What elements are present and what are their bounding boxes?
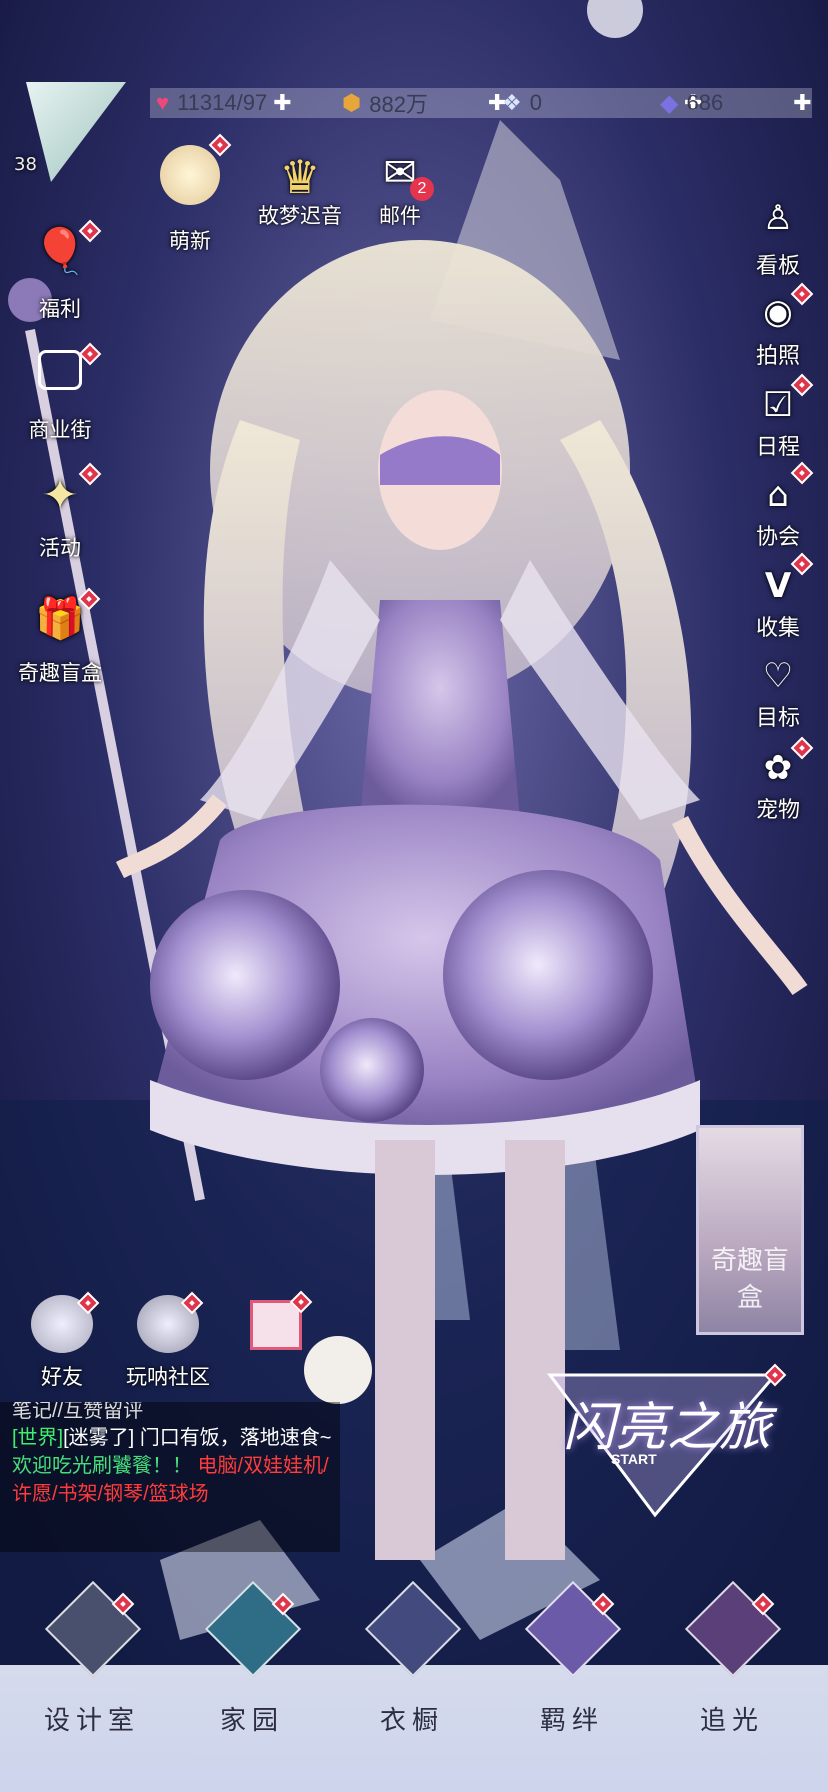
shangyejie-button[interactable]: 商业街 — [10, 342, 110, 445]
guild-hall-icon: ⌂ — [767, 475, 789, 515]
coin-icon: ⬢ — [342, 90, 362, 115]
chat-user[interactable]: [迷雾了] — [63, 1427, 134, 1449]
fuli-label: 福利 — [39, 297, 81, 321]
chat-text-a: 门口有饭，落地速食~ — [134, 1427, 332, 1449]
gold-value: 882万 — [369, 92, 428, 117]
calendar-check-icon: ☑ — [762, 385, 794, 425]
shop-bag-icon — [38, 350, 82, 390]
gold-resource[interactable]: ⬢ 882万 ✚ — [342, 88, 506, 118]
friends-label: 好友 — [41, 1365, 83, 1389]
paizhao-button[interactable]: ◉ 拍照 — [744, 282, 814, 372]
mail-count-badge: 2 — [410, 177, 434, 201]
nav-chase-light-label: 追光 — [699, 1706, 764, 1736]
nav-home[interactable]: 家园 — [197, 1580, 307, 1740]
journey-title: 闪亮之旅 — [563, 1398, 772, 1458]
nav-home-label: 家园 — [219, 1706, 284, 1736]
xiehui-button[interactable]: ⌂ 协会 — [744, 461, 814, 555]
journey-subtitle: START — [611, 1451, 657, 1467]
paw-icon: ✿ — [763, 748, 793, 788]
stamina-value: 11314/97 — [177, 90, 268, 115]
shining-journey-button[interactable]: 闪亮之旅 START — [545, 1363, 787, 1525]
mengxin-label: 萌新 — [169, 229, 211, 253]
crystal-icon: ❖ — [502, 90, 522, 115]
chat-message: [世界][迷雾了] 门口有饭，落地速食~欢迎吃光刷饕餮！！ 电脑/双娃娃机/许愿… — [0, 1424, 340, 1508]
manghe-label: 奇趣盲盒 — [18, 661, 102, 685]
paizhao-label: 拍照 — [755, 344, 800, 369]
fuli-button[interactable]: 🎈 福利 — [20, 219, 102, 321]
crown-icon: ♛ — [279, 150, 321, 204]
gift-box-icon: 🎁 — [35, 596, 85, 642]
mubiao-button[interactable]: ♡ 目标 — [744, 656, 812, 736]
manghe-button[interactable]: 🎁 奇趣盲盒 — [5, 587, 115, 690]
diamond-resource[interactable]: ◆ 686 ✚ — [660, 88, 812, 118]
diamond-value: 686 — [686, 90, 724, 115]
nav-chase-light[interactable]: 追光 — [677, 1580, 787, 1740]
blind-box-banner[interactable]: 奇趣盲盒 — [696, 1125, 804, 1335]
community-label: 玩呐社区 — [126, 1365, 210, 1389]
banner-label: 奇趣盲盒 — [710, 1246, 789, 1313]
chat-prev-line: 笔记//互赞留评 — [12, 1402, 144, 1422]
shangyejie-label: 商业街 — [28, 418, 92, 442]
mengxin-button[interactable]: 萌新 — [150, 133, 232, 253]
shouji-button[interactable]: V 收集 — [744, 552, 814, 646]
chat-text-b: 欢迎吃光刷饕餮！！ — [12, 1455, 192, 1477]
clover-gem-icon — [524, 1580, 622, 1678]
flower-gem-icon — [364, 1580, 462, 1678]
nav-wardrobe-label: 衣橱 — [379, 1706, 444, 1736]
community-button[interactable]: 玩呐社区 — [118, 1291, 218, 1395]
heart-icon: ♥ — [156, 90, 170, 115]
shouji-label: 收集 — [755, 616, 800, 641]
huodong-button[interactable]: ✦ 活动 — [20, 462, 102, 565]
mail-label: 邮件 — [379, 204, 421, 228]
butterfly-globe-icon — [160, 145, 220, 205]
player-level: 38 — [14, 154, 37, 175]
nav-wardrobe[interactable]: 衣橱 — [357, 1580, 467, 1740]
add-diamond-icon[interactable]: ✚ — [793, 90, 811, 116]
chongwu-label: 宠物 — [755, 798, 800, 823]
diamond-icon: ◆ — [660, 89, 679, 117]
richeng-button[interactable]: ☑ 日程 — [744, 373, 814, 465]
chat-channel: [世界] — [12, 1427, 64, 1449]
gumeng-label: 故梦迟音 — [258, 204, 342, 228]
kanban-label: 看板 — [755, 254, 800, 279]
richeng-label: 日程 — [755, 435, 800, 460]
nav-bond-label: 羁绊 — [539, 1706, 604, 1736]
nav-design-room-label: 设计室 — [43, 1706, 140, 1736]
resource-bar: ♥ 11314/97 ✚ ⬢ 882万 ✚ ❖ 0 ✚ ◆ 686 ✚ — [150, 88, 812, 118]
moon-gem-icon — [44, 1580, 142, 1678]
gift-button[interactable] — [245, 1290, 313, 1360]
chongwu-button[interactable]: ✿ 宠物 — [744, 736, 814, 828]
stamina-resource[interactable]: ♥ 11314/97 ✚ — [156, 88, 292, 118]
kanban-button[interactable]: ♙ 看板 — [744, 198, 812, 279]
butterfly-gem-icon — [684, 1580, 782, 1678]
crystal-value: 0 — [529, 90, 542, 115]
key-gem-icon — [204, 1580, 302, 1678]
target-heart-icon: ♡ — [762, 656, 794, 696]
gumeng-button[interactable]: ♛ 故梦迟音 — [250, 150, 350, 230]
chat-panel[interactable]: 笔记//互赞留评 [世界][迷雾了] 门口有饭，落地速食~欢迎吃光刷饕餮！！ 电… — [0, 1402, 340, 1552]
add-stamina-icon[interactable]: ✚ — [273, 90, 291, 116]
collection-v-icon: V — [764, 566, 792, 606]
nav-design-room[interactable]: 设计室 — [37, 1580, 147, 1740]
xiehui-label: 协会 — [755, 525, 800, 550]
dress-board-icon: ♙ — [762, 198, 794, 238]
huodong-label: 活动 — [39, 536, 81, 560]
mubiao-label: 目标 — [755, 706, 800, 731]
stars-icon: ✦ — [41, 470, 79, 521]
nav-bond[interactable]: 羁绊 — [517, 1580, 627, 1740]
balloon-icon: 🎈 — [32, 226, 88, 277]
friends-button[interactable]: 好友 — [22, 1291, 102, 1395]
camera-icon: ◉ — [763, 292, 793, 332]
